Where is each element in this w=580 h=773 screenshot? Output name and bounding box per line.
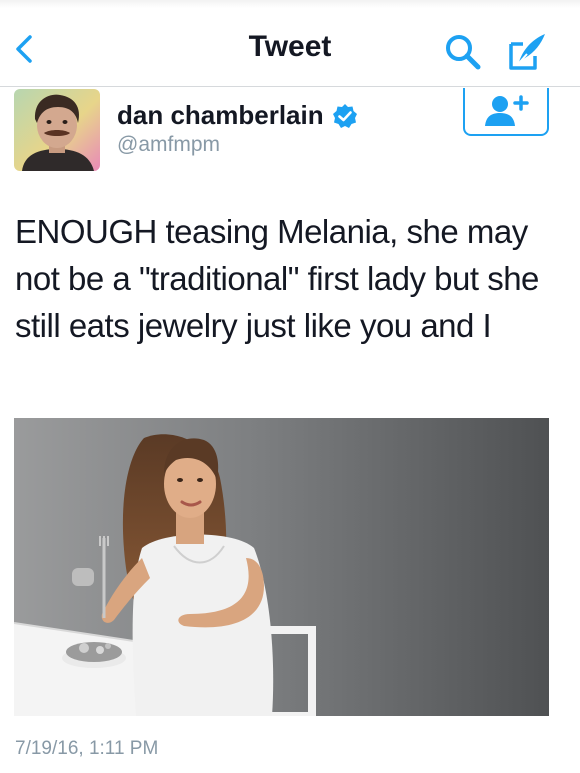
tweet-detail-screen: Tweet dan chamberlain @amfmpm ENOUGH tea… [0,0,580,773]
avatar-photo [14,89,100,171]
tweet-timestamp[interactable]: 7/19/16, 1:11 PM [15,738,158,760]
tweet-text: ENOUGH teasing Melania, she may not be a… [15,213,539,344]
avatar[interactable] [14,89,100,171]
author-name[interactable]: dan chamberlain [117,100,358,131]
compose-icon [509,34,545,70]
author-name-text: dan chamberlain [117,100,324,130]
back-button[interactable] [10,34,40,64]
add-user-icon [485,95,529,126]
page-title: Tweet [248,30,332,63]
navigation-bar: Tweet [0,0,580,87]
search-icon [446,35,481,70]
verified-badge-icon [332,103,357,128]
author-handle[interactable]: @amfmpm [117,133,220,157]
chevron-left-icon [16,35,32,63]
status-bar-remnant [0,0,580,8]
follow-button[interactable] [463,88,549,136]
compose-button[interactable] [505,30,549,74]
tweet-photo[interactable] [14,418,549,716]
search-button[interactable] [443,32,483,72]
tweet-photo-image [14,418,549,716]
